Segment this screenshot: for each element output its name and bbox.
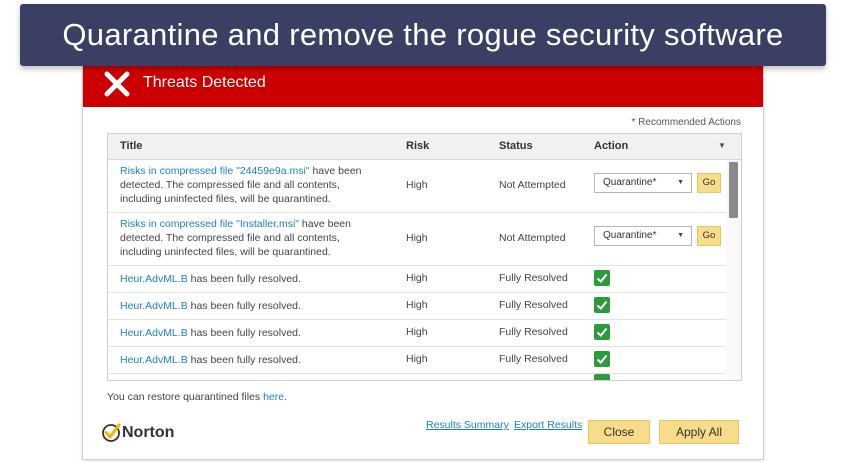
- threat-detail: has been fully resolved.: [187, 327, 301, 339]
- check-icon[interactable]: [594, 270, 610, 286]
- column-action[interactable]: Action: [594, 140, 628, 152]
- check-icon[interactable]: [594, 324, 610, 340]
- risk-value: High: [406, 179, 428, 191]
- export-results-link[interactable]: Export Results: [514, 419, 582, 431]
- table-row: [108, 374, 726, 380]
- table-header: Title Risk Status Action ▼: [108, 134, 741, 160]
- apply-all-button[interactable]: Apply All: [659, 420, 739, 444]
- caret-down-icon: ▼: [677, 232, 684, 239]
- action-select[interactable]: Quarantine* ▼: [594, 173, 692, 193]
- action-select-value: Quarantine*: [603, 177, 657, 188]
- restore-note: You can restore quarantined files here.: [107, 391, 287, 403]
- restore-text: You can restore quarantined files: [107, 391, 264, 403]
- risk-value: High: [406, 326, 428, 338]
- norton-logo: Norton: [101, 422, 174, 444]
- go-button[interactable]: Go: [697, 226, 721, 246]
- threat-description: Heur.AdvML.B has been fully resolved.: [120, 353, 382, 367]
- risk-value: High: [406, 232, 428, 244]
- norton-check-icon: [101, 423, 121, 443]
- column-status[interactable]: Status: [499, 140, 533, 152]
- status-value: Fully Resolved: [499, 299, 568, 311]
- action-select-value: Quarantine*: [603, 230, 657, 241]
- status-value: Not Attempted: [499, 232, 566, 244]
- restore-here-link[interactable]: here: [263, 391, 284, 403]
- brand-name: Norton: [122, 424, 175, 441]
- check-icon[interactable]: [594, 351, 610, 367]
- threat-description: Risks in compressed file "24459e9a.msi" …: [120, 164, 382, 206]
- table-scrollbar[interactable]: [726, 160, 741, 380]
- threat-description: Heur.AdvML.B has been fully resolved.: [120, 326, 382, 340]
- action-select[interactable]: Quarantine* ▼: [594, 226, 692, 246]
- caret-down-icon: ▼: [677, 179, 684, 186]
- scrollbar-thumb[interactable]: [729, 162, 738, 218]
- restore-suffix: .: [284, 391, 287, 403]
- sort-caret-icon[interactable]: ▼: [718, 141, 726, 150]
- status-value: Fully Resolved: [499, 353, 568, 365]
- recommended-note: * Recommended Actions: [631, 117, 741, 128]
- caption-banner: Quarantine and remove the rogue security…: [20, 4, 826, 66]
- threat-detail: has been fully resolved.: [187, 273, 301, 285]
- threats-table: Title Risk Status Action ▼ Risks in comp…: [107, 133, 742, 381]
- risk-value: High: [406, 272, 428, 284]
- status-value: Fully Resolved: [499, 272, 568, 284]
- window-title: Threats Detected: [143, 74, 266, 91]
- status-value: Not Attempted: [499, 179, 566, 191]
- caption-text: Quarantine and remove the rogue security…: [62, 17, 784, 52]
- risk-value: High: [406, 299, 428, 311]
- go-button[interactable]: Go: [697, 173, 721, 193]
- threat-link[interactable]: Heur.AdvML.B: [120, 354, 188, 366]
- threat-link[interactable]: Risks in compressed file "Installer.msi": [120, 218, 299, 230]
- column-risk[interactable]: Risk: [406, 140, 429, 152]
- status-value: Fully Resolved: [499, 326, 568, 338]
- close-x-icon[interactable]: [103, 70, 131, 98]
- risk-value: High: [406, 353, 428, 365]
- table-row: Risks in compressed file "24459e9a.msi" …: [108, 160, 726, 213]
- close-button[interactable]: Close: [588, 420, 650, 444]
- check-icon[interactable]: [594, 374, 610, 380]
- table-row: Heur.AdvML.B has been fully resolved. Hi…: [108, 293, 726, 320]
- table-row: Risks in compressed file "Installer.msi"…: [108, 213, 726, 266]
- threat-description: Heur.AdvML.B has been fully resolved.: [120, 299, 382, 313]
- threat-link[interactable]: Heur.AdvML.B: [120, 327, 188, 339]
- threat-detail: has been fully resolved.: [187, 354, 301, 366]
- threat-link[interactable]: Heur.AdvML.B: [120, 273, 188, 285]
- table-body: Risks in compressed file "24459e9a.msi" …: [108, 160, 726, 380]
- column-title[interactable]: Title: [120, 140, 142, 152]
- table-row: Heur.AdvML.B has been fully resolved. Hi…: [108, 347, 726, 374]
- threat-description: Heur.AdvML.B has been fully resolved.: [120, 272, 382, 286]
- threat-description: Risks in compressed file "Installer.msi"…: [120, 217, 382, 259]
- results-summary-link[interactable]: Results Summary: [426, 419, 509, 431]
- table-row: Heur.AdvML.B has been fully resolved. Hi…: [108, 320, 726, 347]
- threat-detail: has been fully resolved.: [187, 300, 301, 312]
- threat-link[interactable]: Risks in compressed file "24459e9a.msi": [120, 165, 310, 177]
- threat-link[interactable]: Heur.AdvML.B: [120, 300, 188, 312]
- check-icon[interactable]: [594, 297, 610, 313]
- threats-window: Threats Detected * Recommended Actions T…: [82, 60, 764, 460]
- title-bar: Threats Detected: [83, 61, 763, 107]
- table-row: Heur.AdvML.B has been fully resolved. Hi…: [108, 266, 726, 293]
